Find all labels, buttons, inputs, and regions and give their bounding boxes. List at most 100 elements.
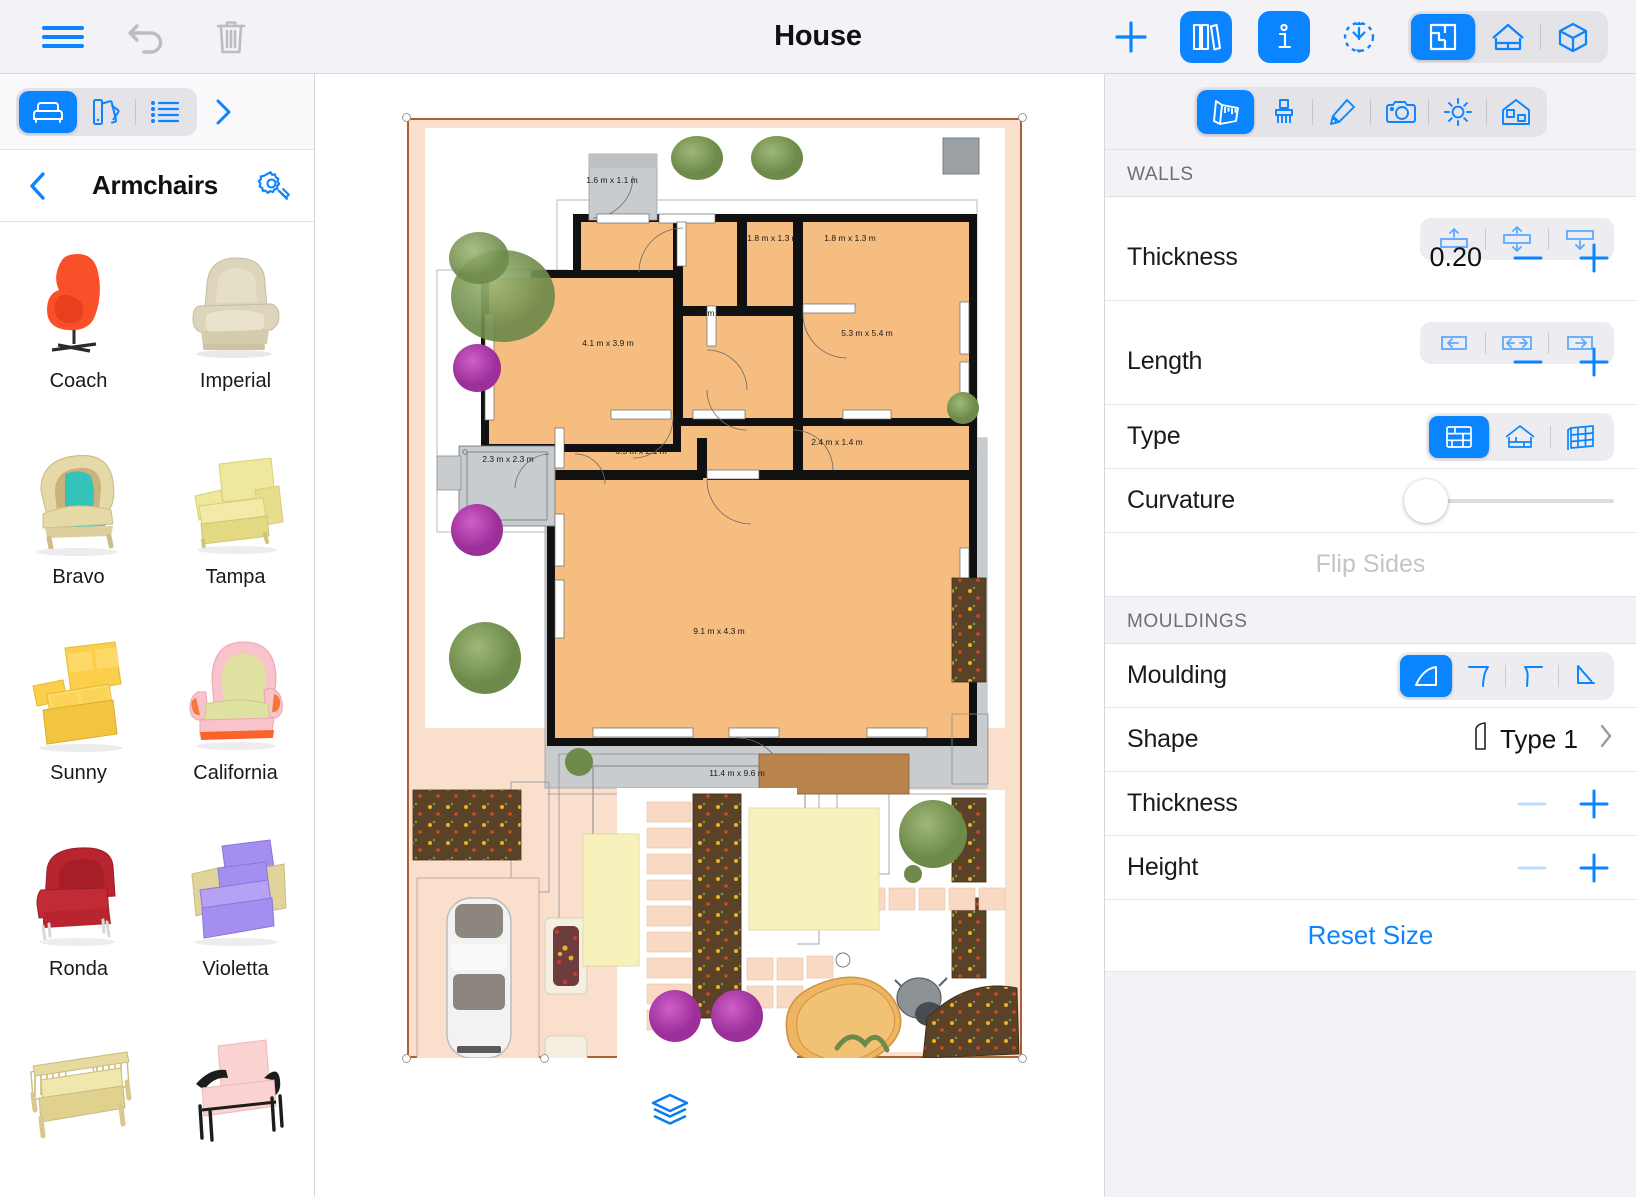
catalog-item-label: Bravo <box>52 566 105 588</box>
chevron-right-icon[interactable] <box>1598 723 1614 756</box>
moulding-height-row: Height <box>1105 836 1636 900</box>
room-dimension: 1.6 m x 1.1 m <box>586 175 638 185</box>
catalog-item-sunny[interactable]: Sunny <box>0 622 157 818</box>
layers-stack-icon[interactable] <box>649 1089 691 1131</box>
plus-icon[interactable] <box>1108 14 1154 60</box>
catalog-item-imperial[interactable]: Imperial <box>157 230 314 426</box>
wall-thickness-stepper: 0.20 <box>1429 238 1614 278</box>
sidebar-back-chevron-left-icon[interactable] <box>18 170 58 202</box>
sidebar-tool-materials[interactable] <box>77 91 135 133</box>
floor-plan-canvas[interactable]: 1.6 m x 1.1 m 1.8 m x 1.3 m 1.8 m x 1.3 … <box>315 74 1104 1197</box>
moulding-profile-control <box>1397 651 1614 700</box>
sidebar-category-title: Armchairs <box>92 170 218 200</box>
sidebar-tool-furniture[interactable] <box>19 90 77 133</box>
moulding-thickness-minus-button[interactable] <box>1512 784 1552 824</box>
section-header-walls: WALLS <box>1105 150 1636 197</box>
top-toolbar-right <box>1108 10 1636 63</box>
catalog-item-ronda[interactable]: Ronda <box>0 818 157 1014</box>
catalog-item-tampa[interactable]: Tampa <box>157 426 314 622</box>
armchair-thumb-california <box>171 636 301 754</box>
wall-type-brick[interactable] <box>1429 415 1489 458</box>
inspector-tab-building[interactable] <box>1487 90 1544 134</box>
inspector-tab-measure[interactable] <box>1197 89 1254 134</box>
moulding-cornice[interactable] <box>1453 655 1505 697</box>
gear-wrench-icon[interactable] <box>252 169 296 203</box>
wall-curvature-control <box>1404 478 1614 523</box>
room-dimension: 1.8 m x 1.3 m <box>824 233 876 243</box>
moulding-thickness-plus-button[interactable] <box>1574 784 1614 824</box>
armchair-thumb-coach <box>14 244 144 362</box>
armchair-thumb-ronda <box>14 832 144 950</box>
view-mode-plan-view[interactable] <box>1411 13 1475 60</box>
wall-length-minus-button[interactable] <box>1508 342 1548 382</box>
catalog-item-label: California <box>193 762 278 784</box>
view-mode-3d-view[interactable] <box>1541 14 1605 60</box>
wall-type-control <box>1426 412 1614 461</box>
plot-handle[interactable] <box>1018 113 1027 122</box>
armchair-thumb-imperial <box>171 244 301 362</box>
plot-handle[interactable] <box>402 113 411 122</box>
trash-icon[interactable] <box>208 14 254 60</box>
moulding-cove[interactable] <box>1400 654 1452 697</box>
inspector-tab-light[interactable] <box>1429 90 1486 134</box>
main-body: Armchairs Coach Imperial Bravo Tampa Sun… <box>0 74 1636 1197</box>
sidebar-header: Armchairs <box>0 150 314 222</box>
sidebar-tool-switch <box>16 87 197 136</box>
wall-thickness-plus-button[interactable] <box>1574 238 1614 278</box>
flip-sides-button[interactable]: Flip Sides <box>1105 533 1636 597</box>
inspector-tab-bar <box>1105 74 1636 150</box>
wall-thickness-row: Thickness 0.20 <box>1105 197 1636 301</box>
reset-size-button[interactable]: Reset Size <box>1105 900 1636 972</box>
armchair-thumb-tampa <box>171 440 301 558</box>
wall-type-row: Type <box>1105 405 1636 469</box>
catalog-item-california[interactable]: California <box>157 622 314 818</box>
wall-length-plus-button[interactable] <box>1574 342 1614 382</box>
wall-thickness-value: 0.20 <box>1429 242 1482 272</box>
catalog-item-violetta[interactable]: Violetta <box>157 818 314 1014</box>
wall-type-glass[interactable] <box>1551 416 1611 458</box>
info-icon[interactable] <box>1258 10 1310 63</box>
sidebar-tool-list[interactable] <box>136 91 194 133</box>
floor-plan-drawing[interactable]: 1.6 m x 1.1 m 1.8 m x 1.3 m 1.8 m x 1.3 … <box>402 113 1027 1063</box>
wall-type-partition[interactable] <box>1490 416 1550 458</box>
wall-thickness-label: Thickness <box>1127 243 1238 271</box>
car <box>446 897 512 1058</box>
wall-length-value-group: Length <box>1127 342 1614 382</box>
moulding-thickness-stepper <box>1512 784 1614 824</box>
slider-knob[interactable] <box>1404 478 1448 523</box>
plot-handle[interactable] <box>1018 1054 1027 1063</box>
catalog-item-label: Coach <box>49 370 108 392</box>
wall-thickness-minus-button[interactable] <box>1508 238 1548 278</box>
plot-handle[interactable] <box>540 1054 549 1063</box>
furniture-catalog-grid[interactable]: Coach Imperial Bravo Tampa Sunny Califor… <box>0 222 314 1197</box>
curvature-slider[interactable] <box>1404 478 1614 523</box>
undo-arrow-icon[interactable] <box>124 14 170 60</box>
room-dimension: 4.9 m x 5.4 m <box>693 308 745 318</box>
plot-handle[interactable] <box>402 1054 411 1063</box>
room-dimension: 1.8 m x 1.3 m <box>747 233 799 243</box>
wall-length-stepper <box>1482 342 1614 382</box>
wall-curvature-row: Curvature <box>1105 469 1636 533</box>
inspector-tab-draw[interactable] <box>1313 90 1370 134</box>
wall-curvature-label: Curvature <box>1127 486 1235 514</box>
right-inspector-panel: WALLS Thickness 0.20 Length Type Curvatu… <box>1104 74 1636 1197</box>
catalog-item-wood[interactable] <box>0 1014 157 1197</box>
catalog-item-label: Violetta <box>202 958 269 980</box>
moulding-height-label: Height <box>1127 853 1199 881</box>
catalog-item-bravo[interactable]: Bravo <box>0 426 157 622</box>
moulding-height-minus-button[interactable] <box>1512 848 1552 888</box>
orbit-rotate-icon[interactable] <box>1336 14 1382 60</box>
view-mode-elevation-view[interactable] <box>1476 14 1540 60</box>
room-dimension: 6.5 m x 2.1 m <box>615 446 667 456</box>
moulding-shape-row[interactable]: Shape Type 1 <box>1105 708 1636 772</box>
inspector-tab-camera[interactable] <box>1371 90 1428 134</box>
library-books-icon[interactable] <box>1180 10 1232 63</box>
sidebar-expand-chevron-right-icon[interactable] <box>197 91 249 133</box>
hamburger-menu-icon[interactable] <box>40 14 86 60</box>
catalog-item-coach[interactable]: Coach <box>0 230 157 426</box>
moulding-ogee[interactable] <box>1506 655 1558 697</box>
moulding-height-plus-button[interactable] <box>1574 848 1614 888</box>
catalog-item-pink[interactable] <box>157 1014 314 1197</box>
moulding-skirting[interactable] <box>1559 655 1611 697</box>
inspector-tab-paint[interactable] <box>1255 90 1312 134</box>
